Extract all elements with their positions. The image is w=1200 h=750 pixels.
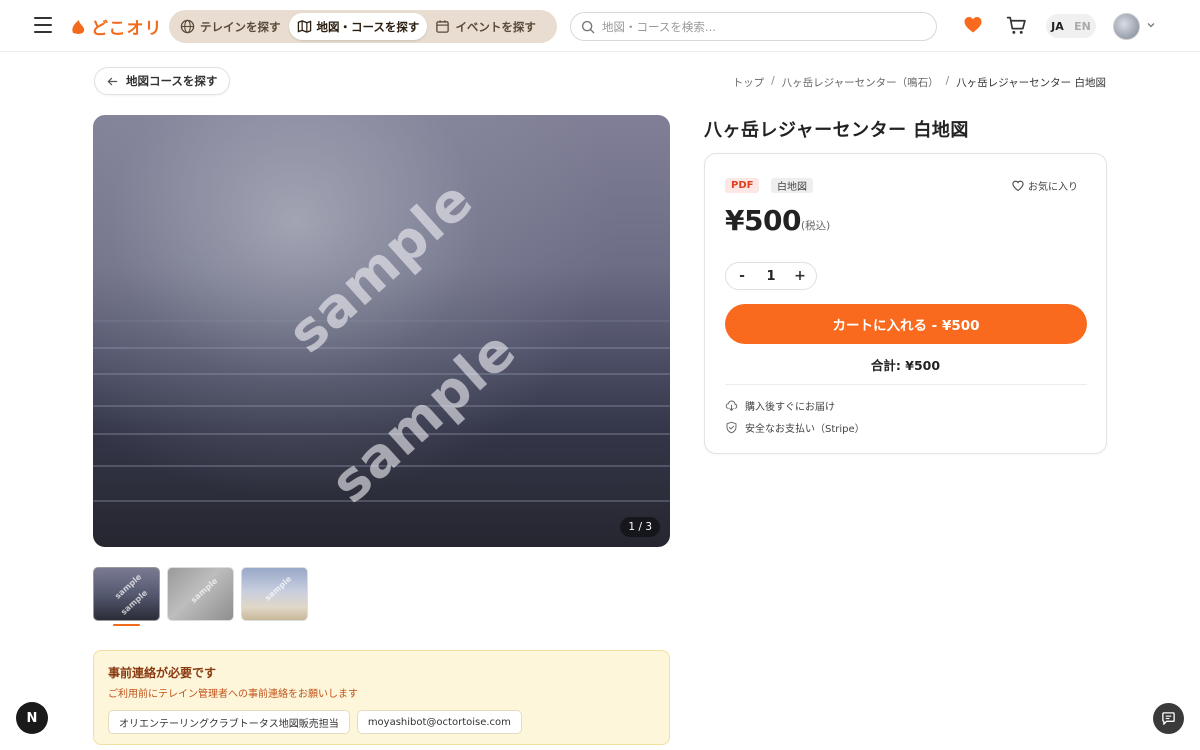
breadcrumb-current: 八ヶ岳レジャーセンター 白地図 (956, 77, 1106, 89)
thumbnail-2[interactable]: sample (167, 567, 234, 621)
user-avatar[interactable] (1113, 13, 1140, 40)
product-title: 八ヶ岳レジャーセンター 白地図 (704, 120, 969, 141)
tab-events-label: イベントを探す (455, 19, 536, 34)
chat-bubble-icon (1162, 712, 1175, 725)
type-badge: 白地図 (771, 178, 813, 193)
image-wave (93, 373, 670, 375)
advance-contact-notice: 事前連絡が必要です ご利用前にテレイン管理者への事前連絡をお願いします オリエン… (93, 650, 670, 745)
feature-secure-payment: 安全なお支払い（Stripe） (725, 420, 865, 435)
feature-instant-delivery: 購入後すぐにお届け (725, 398, 835, 413)
cart-icon[interactable] (1006, 15, 1027, 36)
feature-label: 安全なお支払い（Stripe） (745, 424, 865, 435)
favorite-label: お気に入り (1028, 182, 1078, 193)
thumbnail-3[interactable]: sample (241, 567, 308, 621)
tax-note: (税込) (801, 220, 831, 232)
logo-text: どこオリ (91, 18, 163, 39)
divider (725, 384, 1087, 385)
chat-button[interactable] (1153, 703, 1184, 734)
contact-name-chip[interactable]: オリエンテーリングクラブトータス地図販売担当 (108, 710, 350, 734)
cloud-download-icon (725, 400, 738, 412)
hamburger-menu-icon[interactable] (34, 17, 52, 33)
quantity-increase-button[interactable]: + (794, 268, 806, 284)
format-badge: PDF (725, 178, 760, 193)
search-input[interactable] (602, 19, 902, 34)
notice-description: ご利用前にテレイン管理者への事前連絡をお願いします (108, 689, 358, 700)
quantity-stepper: - 1 + (725, 262, 817, 290)
heart-icon[interactable] (963, 15, 983, 35)
feature-label: 購入後すぐにお届け (745, 402, 835, 413)
price: ¥500 (725, 204, 801, 237)
heart-outline-icon (1012, 180, 1024, 191)
image-counter: 1 / 3 (620, 517, 660, 537)
tab-events[interactable]: イベントを探す (427, 13, 544, 40)
breadcrumb-top[interactable]: トップ (733, 75, 765, 90)
globe-icon (180, 19, 195, 34)
contact-email-chip[interactable]: moyashibot@octortoise.com (356, 710, 522, 734)
lang-en[interactable]: EN (1074, 20, 1091, 33)
arrow-left-icon (107, 77, 118, 85)
sample-watermark: sample (275, 167, 485, 366)
quantity-decrease-button[interactable]: - (736, 268, 748, 284)
image-wave (93, 405, 670, 407)
tab-maps-courses[interactable]: 地図・コースを探す (288, 13, 428, 40)
notice-title: 事前連絡が必要です (108, 666, 217, 680)
shield-check-icon (726, 421, 737, 434)
tab-terrain-label: テレインを探す (200, 19, 281, 34)
breadcrumb-terrain[interactable]: 八ヶ岳レジャーセンター（鳴石） (782, 75, 939, 90)
search-bar[interactable] (570, 12, 937, 41)
tab-terrain[interactable]: テレインを探す (172, 13, 289, 40)
thumbnail-watermark: sample (263, 574, 294, 603)
image-wave (93, 320, 670, 322)
breadcrumb-separator: / (771, 75, 775, 87)
map-icon (297, 20, 311, 33)
thumbnail-strip: sample sample sample sample (93, 567, 308, 621)
back-to-maps-button[interactable]: 地図コースを探す (94, 67, 230, 95)
tab-maps-label: 地図・コースを探す (316, 19, 420, 34)
add-to-cart-button[interactable]: カートに入れる - ¥500 (725, 304, 1087, 344)
thumbnail-watermark: sample (189, 576, 220, 605)
dev-tools-badge[interactable]: N (16, 702, 48, 734)
main-nav: テレインを探す 地図・コースを探す イベントを探す (169, 10, 557, 43)
thumbnail-active-indicator (113, 624, 140, 626)
calendar-icon (436, 20, 450, 33)
breadcrumb: トップ / 八ヶ岳レジャーセンター（鳴石） / 八ヶ岳レジャーセンター 白地図 (733, 75, 1106, 90)
image-wave (93, 500, 670, 502)
purchase-card: PDF 白地図 お気に入り ¥500 (税込) - 1 + カートに入れる - … (704, 153, 1107, 454)
logo-flame-icon (72, 20, 85, 34)
language-switcher[interactable]: JA EN (1046, 14, 1096, 38)
site-logo[interactable]: どこオリ (70, 13, 163, 39)
lang-ja[interactable]: JA (1051, 20, 1064, 33)
breadcrumb-separator: / (945, 75, 950, 87)
quantity-value: 1 (766, 268, 776, 284)
back-button-label: 地図コースを探す (126, 74, 218, 88)
favorite-button[interactable]: お気に入り (1012, 178, 1078, 193)
chevron-down-icon[interactable] (1146, 20, 1156, 30)
image-wave (93, 347, 670, 349)
search-icon (581, 20, 595, 33)
product-main-image[interactable]: sample sample 1 / 3 (93, 115, 670, 547)
top-header: どこオリ テレインを探す 地図・コースを探す イベントを探す 地図・コースを検索… (0, 0, 1200, 52)
total-price: 合計: ¥500 (870, 358, 941, 373)
thumbnail-1[interactable]: sample sample (93, 567, 160, 621)
